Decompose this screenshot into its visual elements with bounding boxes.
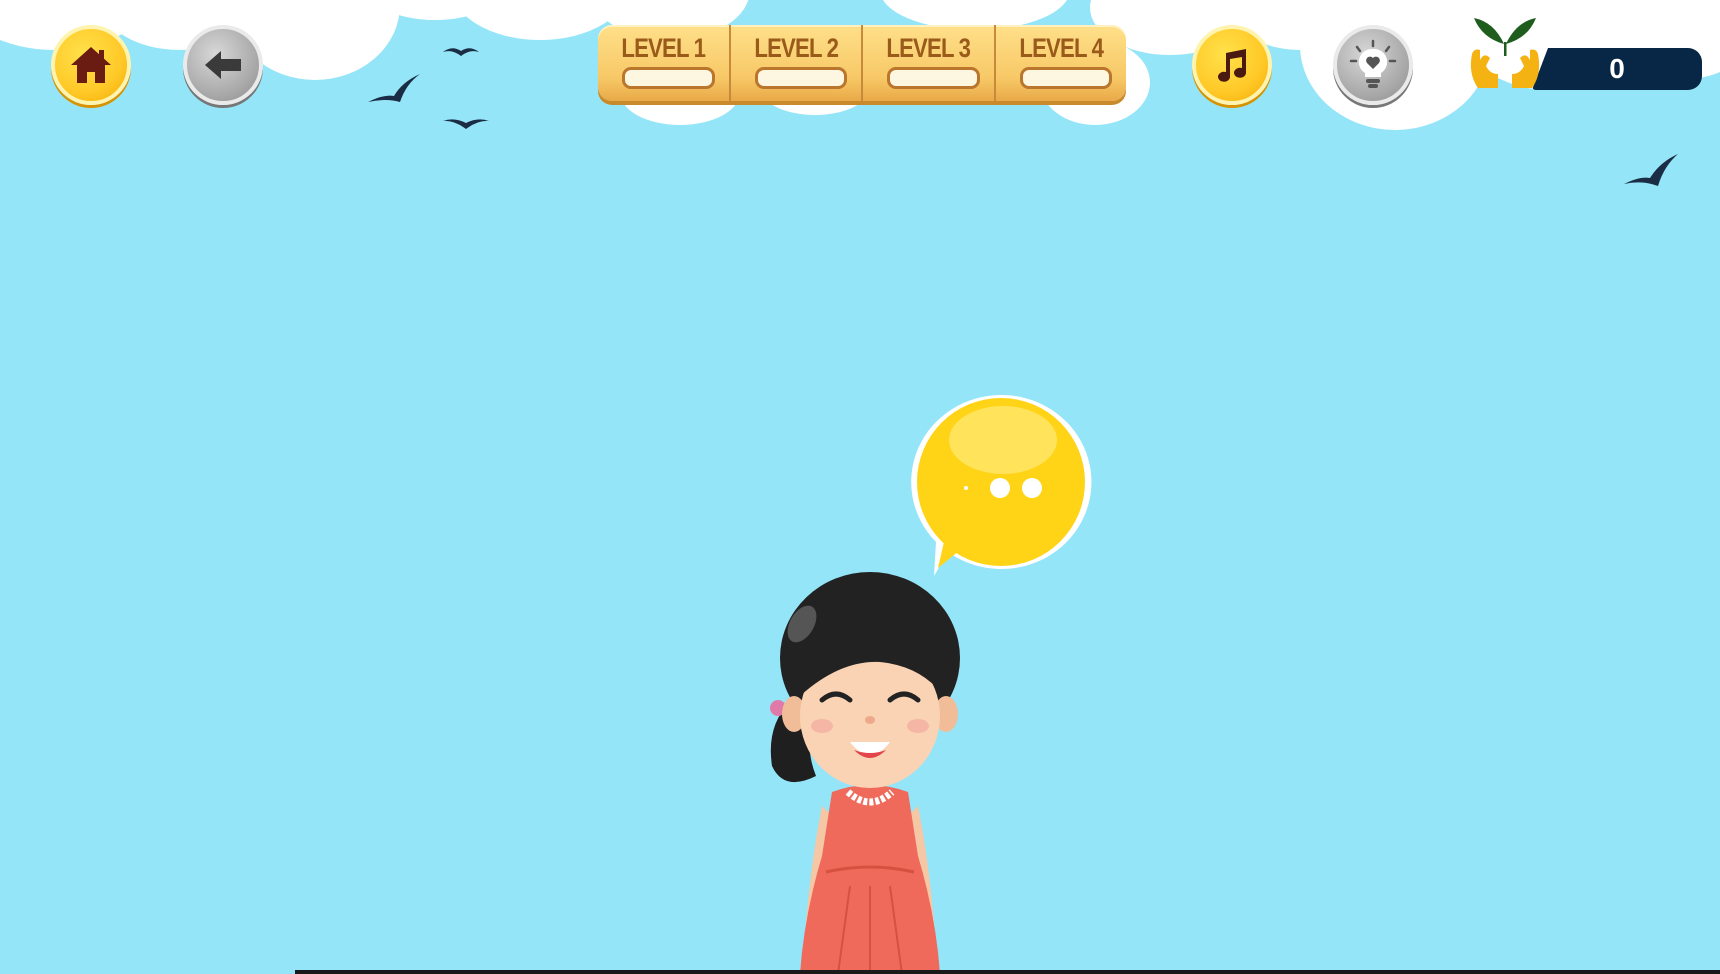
bird-icon (443, 48, 479, 56)
music-note-icon (1218, 49, 1246, 82)
hint-button[interactable] (1333, 25, 1413, 105)
back-arrow-icon (205, 51, 241, 79)
level-3-tab[interactable]: LEVEL 3 (863, 25, 996, 101)
lightbulb-heart-icon (1349, 39, 1397, 88)
level-progress-slot (754, 67, 847, 89)
score-value: 0 (1609, 53, 1625, 84)
level-label: LEVEL 4 (1018, 33, 1103, 63)
level-progress-slot (622, 67, 715, 89)
music-button[interactable] (1192, 25, 1272, 105)
game-screen: LEVEL 1 LEVEL 2 LEVEL 3 LEVEL 4 0 (0, 0, 1720, 974)
level-label: LEVEL 2 (753, 33, 838, 63)
speech-bubble[interactable] (908, 392, 1094, 578)
level-label: LEVEL 3 (886, 33, 971, 63)
level-4-tab[interactable]: LEVEL 4 (996, 25, 1127, 101)
typing-dot (1022, 478, 1042, 498)
level-label: LEVEL 1 (621, 33, 706, 63)
home-icon (71, 47, 111, 83)
hands-sprout-logo-icon (1470, 18, 1540, 88)
bird-icon (1624, 154, 1678, 186)
level-progress-slot (887, 67, 980, 89)
level-1-tab[interactable]: LEVEL 1 (598, 25, 731, 101)
back-button[interactable] (183, 25, 263, 105)
level-2-tab[interactable]: LEVEL 2 (731, 25, 863, 101)
bottom-border (295, 970, 1720, 974)
levels-bar: LEVEL 1 LEVEL 2 LEVEL 3 LEVEL 4 (598, 25, 1126, 101)
typing-dot (990, 478, 1010, 498)
girl-character (770, 572, 960, 974)
score-display: 0 (1532, 48, 1702, 90)
bird-icon (443, 119, 489, 129)
typing-dot (964, 486, 968, 490)
home-button[interactable] (51, 25, 131, 105)
level-progress-slot (1019, 67, 1112, 89)
bird-icon (368, 74, 420, 102)
